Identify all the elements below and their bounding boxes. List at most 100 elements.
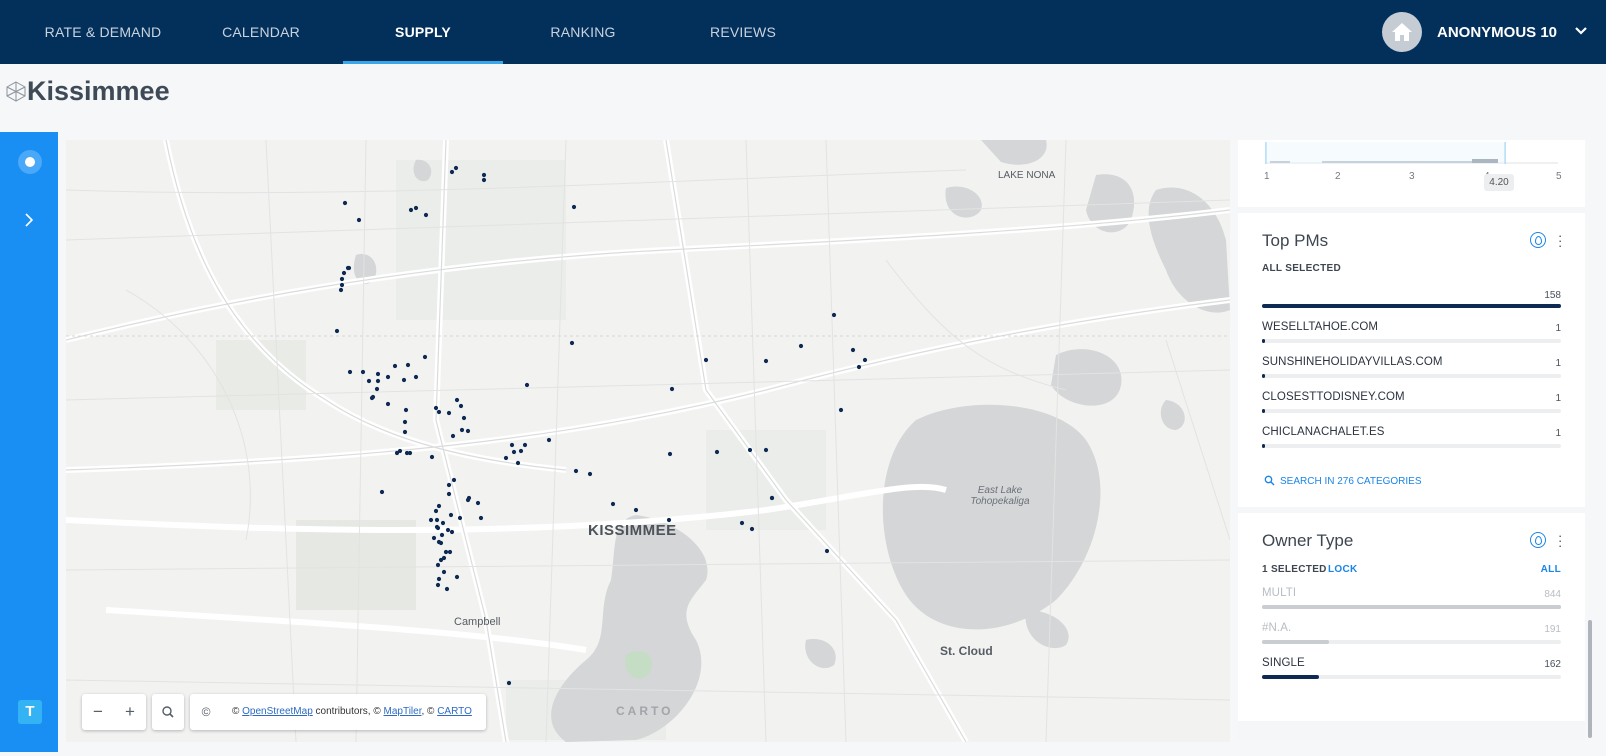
listing-marker[interactable] xyxy=(338,287,344,293)
listing-marker[interactable] xyxy=(448,512,454,518)
listing-marker[interactable] xyxy=(850,347,856,353)
listing-marker[interactable] xyxy=(450,433,456,439)
listing-marker[interactable] xyxy=(445,527,451,533)
listing-marker[interactable] xyxy=(667,451,673,457)
more-menu-icon[interactable]: · · · xyxy=(1558,229,1562,252)
lock-link[interactable]: LOCK xyxy=(1328,564,1358,575)
listing-marker[interactable] xyxy=(385,374,391,380)
listing-marker[interactable] xyxy=(447,549,453,555)
listing-marker[interactable] xyxy=(346,265,352,271)
layer-toggle-button[interactable] xyxy=(18,150,42,174)
listing-marker[interactable] xyxy=(433,405,439,411)
listing-marker[interactable] xyxy=(454,574,460,580)
tab-calendar[interactable]: CALENDAR xyxy=(206,0,316,64)
more-menu-icon[interactable]: · · · xyxy=(1558,529,1562,552)
tab-ranking[interactable]: RANKING xyxy=(523,0,643,64)
user-name[interactable]: ANONYMOUS 10 xyxy=(1437,0,1557,64)
listing-marker[interactable] xyxy=(515,460,521,466)
listing-marker[interactable] xyxy=(831,312,837,318)
panel-scrollbar[interactable] xyxy=(1588,620,1592,738)
listing-marker[interactable] xyxy=(546,437,552,443)
listing-marker[interactable] xyxy=(633,507,639,513)
listing-marker[interactable] xyxy=(669,386,675,392)
listing-marker[interactable] xyxy=(405,362,411,368)
listing-marker[interactable] xyxy=(453,165,459,171)
listing-marker[interactable] xyxy=(458,403,464,409)
listing-marker[interactable] xyxy=(449,529,455,535)
chevron-down-icon[interactable] xyxy=(1574,26,1588,36)
listing-marker[interactable] xyxy=(522,442,528,448)
maptiler-link[interactable]: MapTiler xyxy=(384,706,422,717)
info-icon[interactable] xyxy=(1530,232,1546,248)
listing-marker[interactable] xyxy=(569,340,575,346)
zoom-in-button[interactable]: + xyxy=(114,694,146,730)
listing-marker[interactable] xyxy=(441,555,447,561)
listing-marker[interactable] xyxy=(763,358,769,364)
listing-marker[interactable] xyxy=(703,357,709,363)
search-categories-link[interactable]: SEARCH IN 276 CATEGORIES xyxy=(1280,476,1422,487)
listing-marker[interactable] xyxy=(436,409,442,415)
listing-marker[interactable] xyxy=(375,378,381,384)
listing-marker[interactable] xyxy=(524,382,530,388)
listing-marker[interactable] xyxy=(454,397,460,403)
osm-link[interactable]: OpenStreetMap xyxy=(242,706,313,717)
listing-markers[interactable] xyxy=(66,140,1230,742)
listing-marker[interactable] xyxy=(422,354,428,360)
listing-marker[interactable] xyxy=(862,357,868,363)
listing-marker[interactable] xyxy=(408,207,414,213)
listing-marker[interactable] xyxy=(478,515,484,521)
listing-marker[interactable] xyxy=(451,477,457,483)
listing-marker[interactable] xyxy=(444,586,450,592)
listing-marker[interactable] xyxy=(436,539,442,545)
listing-marker[interactable] xyxy=(423,212,429,218)
listing-marker[interactable] xyxy=(440,520,446,526)
listing-marker[interactable] xyxy=(433,508,439,514)
listing-marker[interactable] xyxy=(466,495,472,501)
listing-marker[interactable] xyxy=(339,276,345,282)
listing-marker[interactable] xyxy=(342,200,348,206)
listing-marker[interactable] xyxy=(347,369,353,375)
listing-marker[interactable] xyxy=(856,364,862,370)
listing-marker[interactable] xyxy=(379,489,385,495)
tab-supply[interactable]: SUPPLY xyxy=(363,0,483,64)
listing-marker[interactable] xyxy=(375,371,381,377)
listing-marker[interactable] xyxy=(434,517,440,523)
listing-marker[interactable] xyxy=(366,378,372,384)
listing-marker[interactable] xyxy=(610,501,616,507)
listing-marker[interactable] xyxy=(449,169,455,175)
listing-marker[interactable] xyxy=(481,177,487,183)
listing-marker[interactable] xyxy=(413,205,419,211)
select-all-link[interactable]: ALL xyxy=(1541,564,1561,575)
tab-rate-demand[interactable]: RATE & DEMAND xyxy=(38,0,168,64)
listing-marker[interactable] xyxy=(518,448,524,454)
listing-marker[interactable] xyxy=(587,471,593,477)
listing-marker[interactable] xyxy=(392,363,398,369)
listing-marker[interactable] xyxy=(370,394,376,400)
listing-marker[interactable] xyxy=(435,562,441,568)
listing-marker[interactable] xyxy=(749,526,755,532)
listing-marker[interactable] xyxy=(838,407,844,413)
listing-marker[interactable] xyxy=(457,515,463,521)
chevron-right-icon[interactable] xyxy=(22,212,36,228)
listing-marker[interactable] xyxy=(763,447,769,453)
listing-marker[interactable] xyxy=(573,468,579,474)
listing-marker[interactable] xyxy=(436,503,442,509)
listing-marker[interactable] xyxy=(446,410,452,416)
listing-marker[interactable] xyxy=(334,328,340,334)
listing-marker[interactable] xyxy=(441,569,447,575)
listing-marker[interactable] xyxy=(341,270,347,276)
listing-marker[interactable] xyxy=(402,429,408,435)
listing-marker[interactable] xyxy=(511,449,517,455)
attribution-toggle-button[interactable]: © xyxy=(190,694,222,730)
listing-marker[interactable] xyxy=(402,419,408,425)
rating-histogram[interactable] xyxy=(1258,140,1568,170)
listing-marker[interactable] xyxy=(436,576,442,582)
listing-marker[interactable] xyxy=(503,455,509,461)
listing-marker[interactable] xyxy=(431,535,437,541)
avatar[interactable] xyxy=(1382,12,1422,52)
listing-marker[interactable] xyxy=(403,407,409,413)
listing-marker[interactable] xyxy=(401,377,407,383)
listing-marker[interactable] xyxy=(439,532,445,538)
listing-marker[interactable] xyxy=(435,582,441,588)
listing-marker[interactable] xyxy=(747,447,753,453)
